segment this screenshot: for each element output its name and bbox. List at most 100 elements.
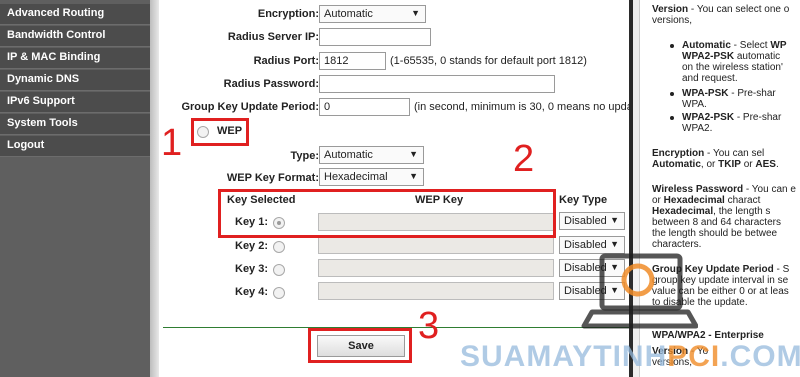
help-bullet-text: - Pre-shar <box>734 112 782 123</box>
help-version-term: Version <box>652 4 689 15</box>
group-key-update-input[interactable]: 0 <box>319 98 410 116</box>
key-4-radio[interactable] <box>273 287 285 299</box>
help-password-term: Wireless Password <box>652 184 744 195</box>
group-key-update-hint: (in second, minimum is 30, 0 means no up… <box>414 101 633 113</box>
sidebar-item-system-tools[interactable]: System Tools <box>0 114 150 135</box>
radius-server-ip-label: Radius Server IP: <box>227 31 319 43</box>
annotation-number-2: 2 <box>513 138 535 180</box>
key-3-label: Key 3: <box>235 263 269 275</box>
help-encryption-term: TKIP <box>718 159 741 170</box>
help-password-text: , the length s <box>713 206 771 217</box>
chevron-down-icon: ▼ <box>409 149 418 159</box>
help-encryption-term: AES <box>755 159 776 170</box>
help-encryption-text: . <box>775 159 779 170</box>
wep-key-format-label: WEP Key Format: <box>226 172 319 184</box>
key-type-header: Key Type <box>559 194 608 206</box>
chevron-down-icon: ▼ <box>610 215 619 225</box>
help-password-line-5: the length should be betwee <box>652 228 778 239</box>
help-bullet-term: Automatic <box>682 40 731 51</box>
help-bullet-text: - Pre-shar <box>728 88 776 99</box>
help-password-line-6: characters. <box>652 239 702 250</box>
radius-server-ip-input[interactable] <box>319 28 431 46</box>
help-encryption-text: , or <box>700 159 719 170</box>
help-bullet-wpa2-psk: WPA2-PSK - Pre-shar <box>682 112 781 123</box>
watermark-text-part: .COM <box>720 340 800 373</box>
key-2-label: Key 2: <box>235 240 269 252</box>
help-bullet-term: WPA2-PSK <box>682 112 735 123</box>
help-bullet-text: automatic <box>734 51 781 62</box>
radius-port-hint: (1-65535, 0 stands for default port 1812… <box>390 55 587 67</box>
bullet-icon <box>670 44 674 48</box>
wep-radio[interactable] <box>197 126 209 138</box>
help-encryption-term: Encryption <box>652 148 705 159</box>
sidebar-item-ipv6-support[interactable]: IPv6 Support <box>0 92 150 113</box>
help-password-term: Hexadecimal <box>652 206 714 217</box>
sidebar-item-advanced-routing[interactable]: Advanced Routing <box>0 4 150 25</box>
bullet-icon <box>670 116 674 120</box>
radius-password-label: Radius Password: <box>223 78 319 90</box>
wep-type-value: Automatic <box>324 149 373 161</box>
key-3-radio[interactable] <box>273 264 285 276</box>
sidebar-item-dynamic-dns[interactable]: Dynamic DNS <box>0 70 150 91</box>
help-password-line-4: between 8 and 64 characters <box>652 217 781 228</box>
save-button[interactable]: Save <box>317 335 405 357</box>
encryption-select[interactable]: Automatic ▼ <box>319 5 426 23</box>
chevron-down-icon: ▼ <box>409 171 418 181</box>
help-bullet-line: and request. <box>682 73 738 84</box>
help-bullet-term: WPA2-PSK <box>682 51 735 62</box>
help-bullet-line: WPA2-PSK automatic <box>682 51 780 62</box>
key-2-input[interactable] <box>318 236 554 254</box>
watermark-text-part: SUAMAYTINH <box>460 340 668 373</box>
key-table-highlight-box <box>218 189 556 238</box>
sidebar-item-bandwidth-control[interactable]: Bandwidth Control <box>0 26 150 47</box>
help-group-key-text: - S <box>773 264 790 275</box>
help-password-text: - You can e <box>743 184 796 195</box>
help-bullet-line: on the wireless station' <box>682 62 783 73</box>
wireless-security-form: Encryption: Automatic ▼ Radius Server IP… <box>159 0 633 377</box>
radius-port-input[interactable]: 1812 <box>319 52 386 70</box>
help-version-text: - You can select one o <box>688 4 790 15</box>
help-bullet-line: WPA. <box>682 99 707 110</box>
watermark-text: SUAMAYTINHPCI.COM <box>460 340 800 374</box>
help-encryption-text: - You can sel <box>704 148 765 159</box>
help-password-line-3: Hexadecimal, the length s <box>652 206 770 217</box>
wep-key-format-select[interactable]: Hexadecimal ▼ <box>319 168 424 186</box>
help-version-line: Version - You can select one o <box>652 4 789 15</box>
annotation-number-3: 3 <box>418 305 440 347</box>
key-1-type-select[interactable]: Disabled ▼ <box>559 212 625 230</box>
key-2-radio[interactable] <box>273 241 285 253</box>
help-bullet-term: WP <box>770 40 787 51</box>
encryption-label: Encryption: <box>257 8 319 20</box>
key-1-type-value: Disabled <box>564 215 607 227</box>
help-bullet-text: - Select <box>730 40 771 51</box>
sidebar-scroll-strip <box>150 0 159 377</box>
help-version-line-2: versions, <box>652 15 693 26</box>
wep-type-select[interactable]: Automatic ▼ <box>319 146 424 164</box>
help-password-text: or <box>652 195 664 206</box>
help-password-term: Hexadecimal <box>663 195 725 206</box>
group-key-update-label: Group Key Update Period: <box>181 101 319 113</box>
help-password-text: charact <box>724 195 761 206</box>
key-4-input[interactable] <box>318 282 554 300</box>
help-bullet-automatic: Automatic - Select WP <box>682 40 786 51</box>
help-encryption-text: or <box>740 159 756 170</box>
help-bullet-wpa-psk: WPA-PSK - Pre-shar <box>682 88 776 99</box>
encryption-value: Automatic <box>324 8 373 20</box>
wep-label: WEP <box>217 125 243 137</box>
help-bullet-line: WPA2. <box>682 123 713 134</box>
help-encryption-term: Automatic <box>652 159 701 170</box>
help-encryption-line: Encryption - You can sel <box>652 148 764 159</box>
radius-password-input[interactable] <box>319 75 555 93</box>
radius-port-label: Radius Port: <box>253 55 319 67</box>
chevron-down-icon: ▼ <box>610 239 619 249</box>
wep-type-label: Type: <box>290 150 319 162</box>
sidebar-menu: Advanced Routing Bandwidth Control IP & … <box>0 0 150 377</box>
help-password-line: Wireless Password - You can e <box>652 184 796 195</box>
chevron-down-icon: ▼ <box>411 8 420 18</box>
key-4-label: Key 4: <box>235 286 269 298</box>
key-3-input[interactable] <box>318 259 554 277</box>
sidebar-item-logout[interactable]: Logout <box>0 136 150 157</box>
watermark-logo-icon <box>581 253 698 329</box>
sidebar-item-ip-mac-binding[interactable]: IP & MAC Binding <box>0 48 150 69</box>
help-bullet-term: WPA-PSK <box>682 88 729 99</box>
